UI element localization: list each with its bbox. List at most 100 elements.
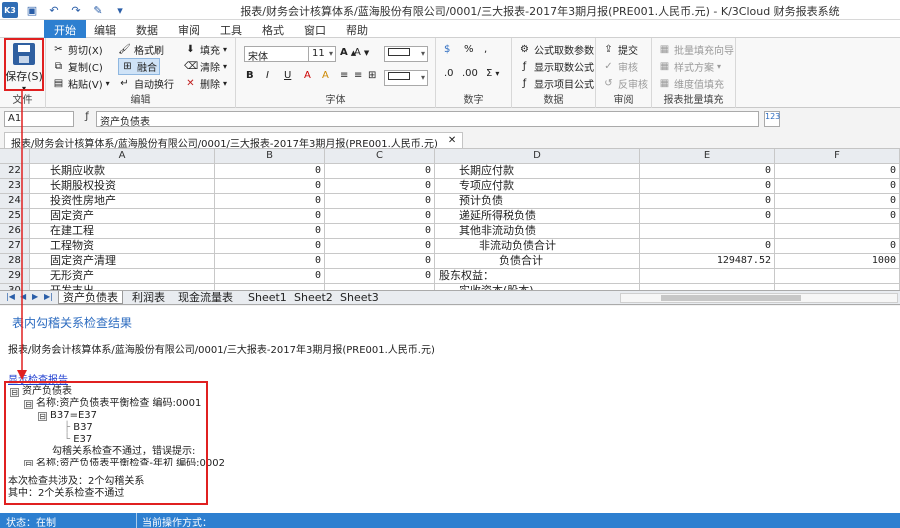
font-color-icon[interactable]: A (304, 70, 311, 81)
unaudit-button[interactable]: ↺ 反审核 (602, 76, 648, 92)
font-size-select[interactable]: 11 ▾ (308, 46, 336, 62)
horizontal-scrollbar[interactable] (620, 293, 898, 303)
cell-a[interactable]: 工程物资 (30, 239, 215, 254)
cell-c[interactable]: 0 (325, 164, 435, 179)
tab-review[interactable]: 审阅 (178, 22, 200, 38)
cell-b[interactable]: 0 (215, 269, 325, 284)
row-header[interactable]: 25 (0, 209, 30, 224)
cell-e[interactable]: 0 (640, 239, 775, 254)
cell-e[interactable]: 0 (640, 209, 775, 224)
row-header[interactable]: 28 (0, 254, 30, 269)
row-header[interactable]: 27 (0, 239, 30, 254)
cell-f[interactable]: 0 (775, 179, 900, 194)
cell-f[interactable]: 0 (775, 239, 900, 254)
sheet-tab-sheet1[interactable]: Sheet1 (244, 291, 291, 304)
cell-e[interactable]: 0 (640, 179, 775, 194)
paste-button[interactable]: ▤ 粘贴(V) ▾ (52, 76, 110, 92)
cell-f[interactable]: 0 (775, 194, 900, 209)
underline-icon[interactable]: U (284, 70, 291, 81)
cell-d[interactable]: 专项应付款 (435, 179, 640, 194)
cell-e[interactable]: 0 (640, 164, 775, 179)
row-header[interactable]: 29 (0, 269, 30, 284)
cell-a[interactable]: 长期应收款 (30, 164, 215, 179)
cell-c[interactable]: 0 (325, 224, 435, 239)
borders-icon[interactable]: ⊞ (368, 70, 376, 81)
font-shrink-icon[interactable]: A ▼ (354, 47, 369, 58)
row-header[interactable]: 24 (0, 194, 30, 209)
row-header[interactable]: 22 (0, 164, 30, 179)
column-header[interactable]: E (640, 149, 775, 164)
cell-d[interactable]: 其他非流动负债 (435, 224, 640, 239)
scrollbar-thumb[interactable] (661, 295, 801, 301)
cell-d[interactable]: 非流动负债合计 (435, 239, 640, 254)
copy-button[interactable]: ⧉ 复制(C) (52, 59, 103, 75)
tab-edit[interactable]: 编辑 (94, 22, 116, 38)
last-sheet-icon[interactable]: ▶| (44, 292, 53, 301)
tab-home[interactable]: 开始 (44, 20, 86, 38)
formula-input[interactable]: 资产负债表 (96, 111, 759, 128)
cell-a[interactable]: 在建工程 (30, 224, 215, 239)
batch-fill-wizard-button[interactable]: ▦ 批量填充向导 (658, 42, 734, 58)
next-sheet-icon[interactable]: ▶ (32, 292, 38, 301)
cell-f[interactable]: 1000 (775, 254, 900, 269)
cell-f[interactable]: 0 (775, 209, 900, 224)
cell-a[interactable]: 长期股权投资 (30, 179, 215, 194)
format-painter-button[interactable]: 🖌 格式刷 (118, 42, 164, 58)
cell-a[interactable]: 固定资产清理 (30, 254, 215, 269)
align-center-icon[interactable]: ≡ (354, 70, 362, 81)
tab-window[interactable]: 窗口 (304, 22, 326, 38)
cell-d[interactable]: 递延所得税负债 (435, 209, 640, 224)
show-item-formula-button[interactable]: ƒ 显示项目公式 (518, 76, 594, 92)
cell-b[interactable]: 0 (215, 239, 325, 254)
align-left-icon[interactable]: ≡ (340, 70, 348, 81)
sheet-tab-sheet3[interactable]: Sheet3 (336, 291, 383, 304)
currency-icon[interactable]: $ (444, 44, 450, 55)
cell-e[interactable] (640, 224, 775, 239)
cell-b[interactable]: 0 (215, 179, 325, 194)
tab-format[interactable]: 格式 (262, 22, 284, 38)
cell-b[interactable]: 0 (215, 194, 325, 209)
cell-c[interactable]: 0 (325, 179, 435, 194)
close-icon[interactable]: ✕ (448, 135, 456, 147)
sheet-tab-income[interactable]: 利润表 (128, 291, 169, 304)
wrap-text-button[interactable]: ↵ 自动换行 (118, 76, 174, 92)
merge-button[interactable]: ⊞ 融合 (118, 58, 160, 75)
cell-e[interactable]: 0 (640, 194, 775, 209)
cell-f[interactable]: 0 (775, 164, 900, 179)
cell-name-box[interactable]: A1 (4, 111, 74, 127)
dimension-fill-button[interactable]: ▦ 维度值填充 (658, 76, 724, 92)
cell-a[interactable]: 固定资产 (30, 209, 215, 224)
delete-button[interactable]: ✕ 删除 ▾ (184, 76, 227, 92)
border-style-select[interactable]: ▾ (384, 46, 428, 62)
bold-icon[interactable]: B (246, 70, 254, 81)
cell-a[interactable]: 无形资产 (30, 269, 215, 284)
tab-help[interactable]: 帮助 (346, 22, 368, 38)
document-tab[interactable]: 报表/财务会计核算体系/蓝海股份有限公司/0001/三大报表-2017年3期月报… (4, 132, 464, 150)
column-header[interactable]: B (215, 149, 325, 164)
prev-sheet-icon[interactable]: ◀ (20, 292, 26, 301)
column-header[interactable]: C (325, 149, 435, 164)
cell-b[interactable]: 0 (215, 209, 325, 224)
tab-tools[interactable]: 工具 (220, 22, 242, 38)
submit-button[interactable]: ⇪ 提交 (602, 42, 638, 58)
show-params-button[interactable]: ƒ 显示取数公式 (518, 59, 594, 75)
percent-button[interactable]: % (464, 44, 474, 55)
cell-c[interactable]: 0 (325, 194, 435, 209)
row-header[interactable]: 26 (0, 224, 30, 239)
cell-c[interactable]: 0 (325, 209, 435, 224)
sheet-tab-sheet2[interactable]: Sheet2 (290, 291, 337, 304)
cell-b[interactable]: 0 (215, 254, 325, 269)
cell-f[interactable] (775, 224, 900, 239)
decrease-decimal-icon[interactable]: .0 (444, 68, 454, 79)
formula-params-button[interactable]: ⚙ 公式取数参数 (518, 42, 594, 58)
sheet-tab-cashflow[interactable]: 现金流量表 (174, 291, 237, 304)
audit-button[interactable]: ✓ 审核 (602, 59, 638, 75)
column-header[interactable]: F (775, 149, 900, 164)
style-scheme-button[interactable]: ▦ 样式方案 ▾ (658, 59, 721, 75)
cell-a[interactable]: 投资性房地产 (30, 194, 215, 209)
cell-c[interactable]: 0 (325, 254, 435, 269)
comma-button[interactable]: , (484, 44, 487, 55)
cell-b[interactable]: 0 (215, 224, 325, 239)
first-sheet-icon[interactable]: |◀ (6, 292, 15, 301)
formula-icon[interactable]: ƒ (80, 111, 94, 127)
